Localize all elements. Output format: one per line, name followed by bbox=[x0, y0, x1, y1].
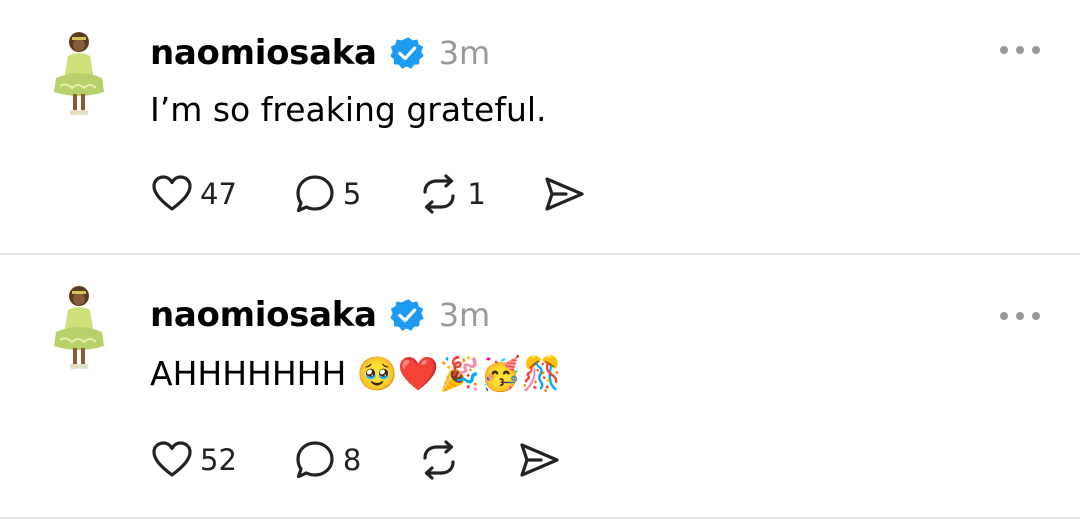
send-icon bbox=[545, 177, 584, 211]
divider bbox=[0, 253, 1080, 255]
share-button[interactable] bbox=[542, 172, 586, 216]
verified-badge-icon bbox=[390, 299, 424, 331]
timestamp: 3m bbox=[438, 296, 491, 334]
username[interactable]: naomiosaka bbox=[150, 295, 377, 335]
like-button[interactable]: 52 bbox=[150, 438, 237, 482]
post[interactable]: naomiosaka 3m I’m so freaking grateful. … bbox=[0, 0, 1080, 254]
comment-icon bbox=[296, 441, 334, 479]
repost-button[interactable]: 1 bbox=[417, 172, 486, 216]
post-text: AHHHHHHH 🥹❤️🎉🥳🎊 bbox=[150, 354, 563, 393]
post-header: naomiosaka 3m bbox=[150, 290, 490, 340]
post-actions: 52 8 bbox=[150, 436, 617, 484]
reply-count: 8 bbox=[342, 443, 362, 477]
reply-button[interactable]: 8 bbox=[293, 438, 361, 482]
heart-icon bbox=[152, 441, 192, 477]
repost-count: 1 bbox=[467, 177, 486, 211]
post-header: naomiosaka 3m bbox=[150, 28, 490, 78]
avatar[interactable] bbox=[46, 28, 108, 120]
divider bbox=[0, 517, 1080, 519]
post-actions: 47 5 1 bbox=[150, 170, 642, 218]
repost-icon bbox=[423, 440, 455, 480]
reply-button[interactable]: 5 bbox=[293, 172, 361, 216]
verified-badge-icon bbox=[390, 37, 424, 69]
more-options-icon[interactable] bbox=[1000, 40, 1040, 60]
reply-count: 5 bbox=[342, 177, 362, 211]
comment-icon bbox=[296, 175, 334, 213]
repost-button[interactable] bbox=[417, 438, 461, 482]
like-count: 47 bbox=[200, 177, 237, 211]
username[interactable]: naomiosaka bbox=[150, 33, 377, 73]
repost-icon bbox=[423, 174, 455, 214]
like-button[interactable]: 47 bbox=[150, 172, 237, 216]
like-count: 52 bbox=[200, 443, 237, 477]
send-icon bbox=[520, 443, 559, 477]
heart-icon bbox=[152, 175, 192, 211]
share-button[interactable] bbox=[517, 438, 561, 482]
post-text: I’m so freaking grateful. bbox=[150, 90, 547, 129]
avatar[interactable] bbox=[46, 282, 108, 374]
timestamp: 3m bbox=[438, 34, 491, 72]
more-options-icon[interactable] bbox=[1000, 306, 1040, 326]
post[interactable]: naomiosaka 3m AHHHHHHH 🥹❤️🎉🥳🎊 52 8 bbox=[0, 256, 1080, 520]
